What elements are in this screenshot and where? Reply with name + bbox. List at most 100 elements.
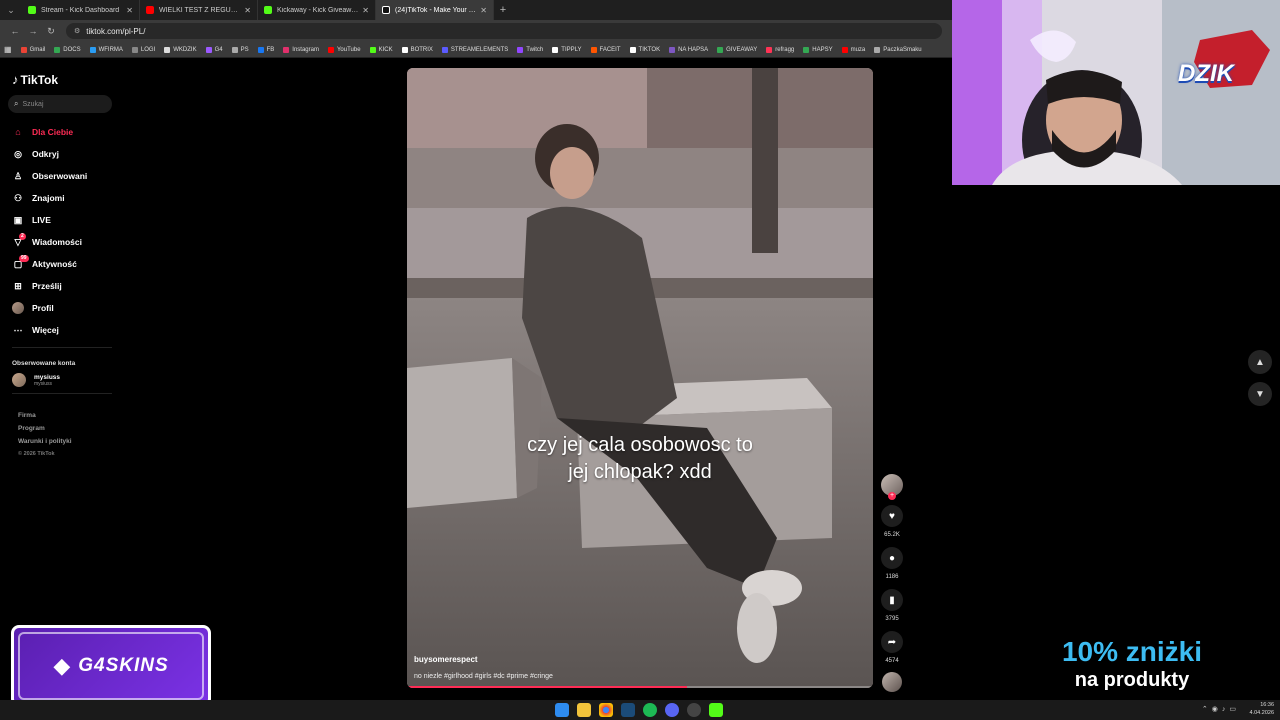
video-player[interactable]: czy jej cala osobowosc to jej chlopak? x… [407, 68, 873, 688]
sidebar-item-more[interactable]: ⋯ Więcej [12, 319, 130, 341]
footer-link-terms[interactable]: Warunki i polityki [18, 438, 130, 445]
bookmark-favicon-icon [717, 46, 724, 53]
bookmark-streamelements[interactable]: STREAMELEMENTS [441, 46, 508, 53]
bookmark-wkdzik[interactable]: WKDZIK [164, 46, 197, 53]
chrome-icon[interactable] [599, 703, 613, 717]
share-action[interactable]: ➦ 4574 [878, 631, 906, 664]
bookmark-twitch[interactable]: Twitch [517, 46, 543, 53]
kick-app-icon[interactable] [709, 703, 723, 717]
video-progress-bar[interactable] [407, 686, 873, 688]
file-explorer-icon[interactable] [577, 703, 591, 717]
taskbar-clock[interactable]: 16:36 4.04.2026 [1250, 701, 1274, 717]
sidebar-item-home[interactable]: ⌂ Dla Ciebie [12, 121, 130, 143]
footer-link-program[interactable]: Program [18, 425, 130, 432]
url-text: tiktok.com/pl-PL/ [86, 26, 146, 36]
comment-action[interactable]: ● 1186 [878, 547, 906, 580]
bookmark-kick[interactable]: KICK [369, 46, 393, 53]
spotify-icon[interactable] [643, 703, 657, 717]
tab-close-icon[interactable]: ✕ [244, 6, 251, 15]
bookmark-tipply[interactable]: TIPPLY [552, 46, 582, 53]
bookmark-logi[interactable]: LOGI [131, 46, 155, 53]
tab-search-icon[interactable]: ⌄ [0, 0, 22, 20]
bookmark-hapsy[interactable]: HAPSY [803, 46, 833, 53]
reload-icon[interactable]: ↻ [42, 26, 60, 37]
bookmark-na-hapsa[interactable]: NA HAPSA [669, 46, 708, 53]
video-author[interactable]: buysomerespect [414, 655, 478, 664]
bookmark-gmail[interactable]: Gmail [20, 46, 45, 53]
follow-plus-icon[interactable]: + [888, 492, 896, 500]
tab-kickaway[interactable]: Kickaway - Kick Giveaway Tool ✕ [258, 0, 376, 20]
sidebar-item-profile[interactable]: Profil [12, 297, 130, 319]
upload-icon: ⊞ [14, 280, 22, 291]
creator-avatar[interactable]: + [881, 474, 903, 500]
sidebar-item-activity[interactable]: ▢ Aktywność 99 [12, 253, 130, 275]
bookmark-instagram[interactable]: Instagram [283, 46, 319, 53]
tab-close-icon[interactable]: ✕ [480, 6, 487, 15]
system-tray[interactable]: ⌃◉♪▭ [1202, 705, 1240, 713]
bookmark-favicon-icon [517, 46, 524, 53]
start-icon[interactable] [555, 703, 569, 717]
address-bar[interactable]: ⚙ tiktok.com/pl-PL/ [66, 23, 942, 39]
steam-icon[interactable] [621, 703, 635, 717]
bookmark-g4[interactable]: G4 [205, 46, 223, 53]
bookmark-paczkasmaku[interactable]: PaczkaSmaku [874, 46, 922, 53]
discord-icon[interactable] [665, 703, 679, 717]
bookmark-youtube[interactable]: YouTube [327, 46, 361, 53]
kick-favicon-icon [28, 6, 36, 14]
g4skins-brand: G4SKINS [78, 655, 169, 676]
sidebar-item-upload[interactable]: ⊞ Prześlij [12, 275, 130, 297]
tab-youtube[interactable]: WIELKI TEST Z REGULAMINU \ ✕ [140, 0, 258, 20]
bookmark-giveaway[interactable]: GIVEAWAY [717, 46, 757, 53]
sidebar-item-compass[interactable]: ◎ Odkryj [12, 143, 130, 165]
obs-icon[interactable] [687, 703, 701, 717]
comment-icon[interactable]: ● [881, 547, 903, 569]
site-info-icon[interactable]: ⚙ [74, 27, 80, 35]
next-video-button[interactable]: ▼ [1248, 382, 1272, 406]
tab-close-icon[interactable]: ✕ [126, 6, 133, 15]
caption-line-1: czy jej cala osobowosc to [527, 434, 753, 456]
bookmark-ps[interactable]: PS [231, 46, 249, 53]
sidebar-item-live[interactable]: ▣ LIVE [12, 209, 130, 231]
bookmark-wfirma[interactable]: WFIRMA [89, 46, 123, 53]
bookmark-fb[interactable]: FB [257, 46, 274, 53]
sidebar-item-label: Dla Ciebie [32, 127, 74, 137]
bookmark-muza[interactable]: muza [841, 46, 865, 53]
bookmark-botrix[interactable]: BOTRIX [401, 46, 433, 53]
webcam-feed [952, 0, 1280, 185]
sidebar-footer: Firma Program Warunki i polityki © 2026 … [18, 412, 130, 457]
bookmark-label: PS [240, 46, 249, 53]
sidebar-item-messages[interactable]: ▽ Wiadomości 2 [12, 231, 130, 253]
bookmark-icon[interactable]: ▮ [881, 589, 903, 611]
bookmark-label: BOTRIX [410, 46, 433, 53]
apps-icon[interactable]: ▦ [4, 45, 12, 54]
footer-link-firma[interactable]: Firma [18, 412, 130, 419]
bookmark-refragg[interactable]: refragg [766, 46, 795, 53]
bookmark-docs[interactable]: DOCS [54, 46, 81, 53]
new-tab-button[interactable]: + [494, 0, 512, 20]
save-action[interactable]: ▮ 3795 [878, 589, 906, 622]
bookmark-faceit[interactable]: FACEIT [590, 46, 621, 53]
tiktok-note-icon: ♪ [12, 72, 19, 87]
tab-kick-dashboard[interactable]: Stream - Kick Dashboard ✕ [22, 0, 140, 20]
home-icon: ⌂ [15, 127, 21, 137]
bookmark-tiktok[interactable]: TIKTOK [629, 46, 661, 53]
tab-title: WIELKI TEST Z REGULAMINU \ [159, 6, 240, 14]
compass-icon: ◎ [14, 148, 22, 159]
heart-icon[interactable]: ♥ [881, 505, 903, 527]
like-action[interactable]: ♥ 65.2K [878, 505, 906, 538]
promo-overlay: 10% zniżki na produkty [1004, 636, 1260, 692]
share-icon[interactable]: ➦ [881, 631, 903, 653]
tab-close-icon[interactable]: ✕ [362, 6, 369, 15]
forward-icon[interactable]: → [24, 26, 42, 36]
bookmark-label: TIKTOK [638, 46, 661, 53]
followed-account[interactable]: mysiuss mysiuss [12, 373, 130, 387]
sound-disc-icon[interactable] [882, 672, 902, 692]
sidebar-item-following[interactable]: ♙ Obserwowani [12, 165, 130, 187]
sidebar-item-friends[interactable]: ⚇ Znajomi [12, 187, 130, 209]
tab-tiktok[interactable]: (24)TikTok - Make Your Day ✕ [376, 0, 494, 20]
bookmark-label: refragg [775, 46, 795, 53]
tiktok-logo[interactable]: ♪ TikTok [12, 72, 130, 87]
previous-video-button[interactable]: ▲ [1248, 350, 1272, 374]
search-input[interactable]: ⌕ Szukaj [8, 95, 112, 113]
back-icon[interactable]: ← [6, 26, 24, 36]
